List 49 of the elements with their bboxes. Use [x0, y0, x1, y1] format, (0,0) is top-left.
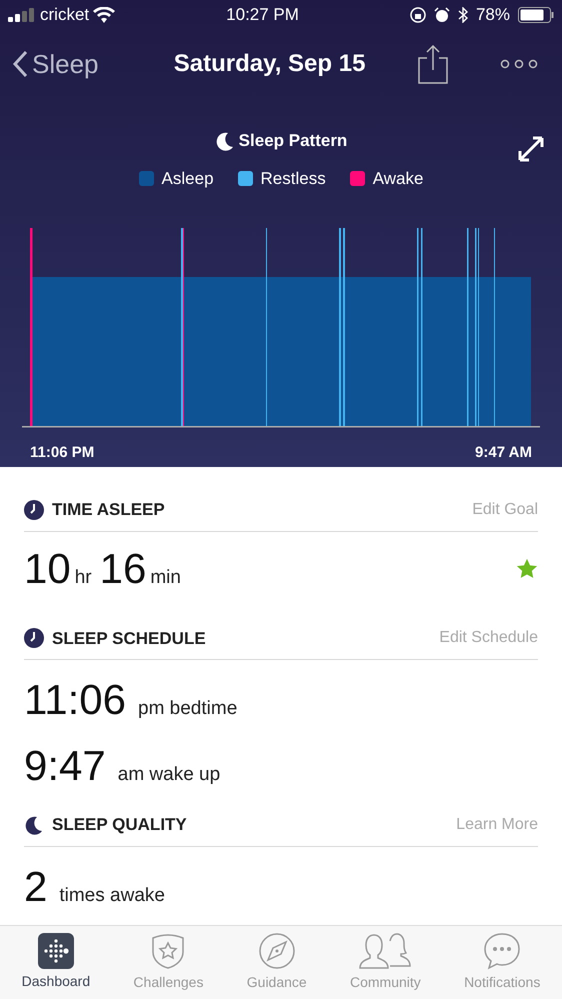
section-link[interactable]: Learn More	[456, 812, 538, 837]
value-label: am wake up	[118, 763, 220, 787]
alarm-icon	[434, 7, 450, 23]
end-time: 9:47 AM	[475, 443, 532, 463]
rotation-lock-icon	[410, 7, 426, 23]
tab-bar-item[interactable]: Guidance	[246, 932, 307, 993]
moon-icon	[214, 130, 235, 151]
tab-bar-item[interactable]: Community	[350, 932, 421, 993]
more-icon[interactable]	[500, 59, 538, 69]
value-unit: hr	[74, 566, 92, 590]
value-label: times awake	[59, 884, 165, 908]
expand-icon[interactable]	[518, 136, 544, 162]
value-number: 10	[24, 544, 71, 594]
clock-time: 10:27 PM	[226, 4, 299, 26]
battery-icon	[518, 7, 554, 23]
legend-label: Restless	[260, 168, 326, 190]
battery-percent: 78%	[476, 4, 510, 26]
people-icon	[358, 932, 412, 970]
tab-bar-item[interactable]: Challenges	[133, 932, 204, 993]
tab-bar-item[interactable]: Dashboard	[22, 933, 90, 992]
page-title: Saturday, Sep 15	[174, 49, 366, 79]
clock-icon	[24, 500, 44, 520]
back-button[interactable]: Sleep	[12, 44, 98, 84]
value-number: 9:47	[24, 741, 106, 791]
chart-title: Sleep Pattern	[238, 130, 348, 152]
value-label: pm bedtime	[138, 697, 238, 721]
legend-label: Asleep	[162, 168, 214, 190]
wifi-icon	[93, 7, 116, 23]
chevron-left-icon	[12, 50, 28, 78]
value-number: 11:06	[24, 675, 126, 725]
legend-label: Awake	[372, 168, 424, 190]
speech-bubble-icon	[483, 932, 522, 970]
tab-bar-item[interactable]: Notifications	[464, 932, 540, 993]
share-icon[interactable]	[416, 44, 449, 84]
section-link[interactable]: Edit Goal	[472, 498, 538, 522]
carrier-name: cricket	[40, 4, 90, 26]
clock-icon	[24, 628, 44, 648]
section-title: TIME ASLEEP	[52, 499, 165, 521]
value-unit: min	[150, 566, 181, 590]
moon-icon	[24, 814, 44, 835]
signal-icon	[8, 8, 36, 22]
value-number: 2	[24, 862, 48, 912]
start-time: 11:06 PM	[30, 443, 94, 463]
section-title: SLEEP SCHEDULE	[52, 628, 206, 650]
section-title: SLEEP QUALITY	[52, 814, 187, 836]
bluetooth-icon	[458, 7, 468, 23]
compass-icon	[258, 932, 296, 970]
value-number: 16	[100, 544, 146, 594]
section-link[interactable]: Edit Schedule	[439, 626, 538, 650]
